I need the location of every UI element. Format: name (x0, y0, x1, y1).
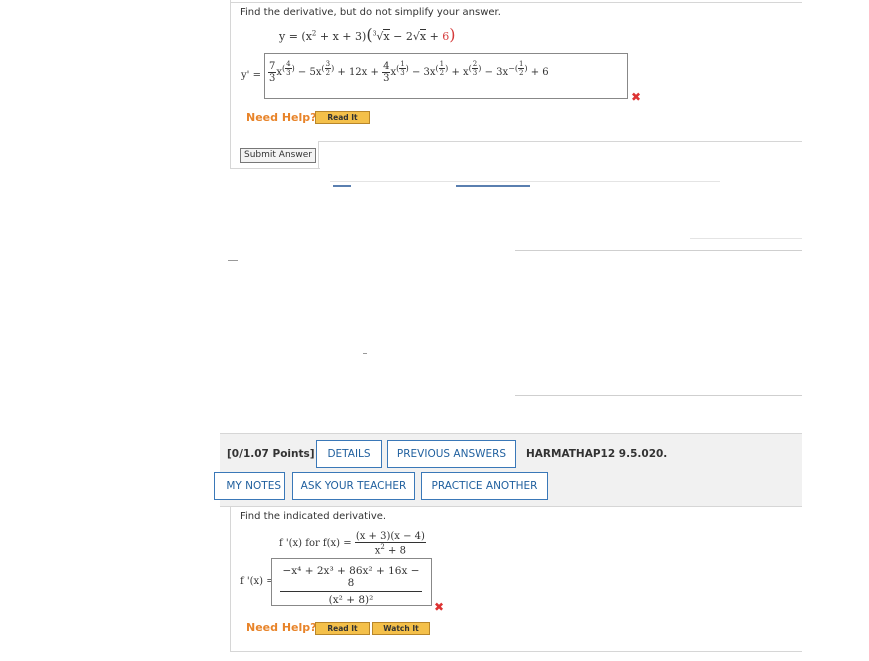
q2-prompt: f '(x) for f(x) = (x + 3)(x − 4) x2 + 8 (279, 531, 426, 557)
q1-incorrect-icon: ✖ (631, 90, 642, 104)
submit-row-line (318, 141, 802, 142)
tab-previous-answers[interactable]: PREVIOUS ANSWERS (387, 440, 516, 468)
q1-answer-expression: 7 3 x(4 3) − 5x(3 2) + 12x + 4 3 x(1 3) − 3x(1 2… (268, 60, 549, 84)
faint-artifact-1 (228, 260, 238, 261)
faint-divider-1 (330, 181, 720, 182)
faint-tab-mark-1 (333, 185, 351, 187)
tab-ask-your-teacher[interactable]: ASK YOUR TEACHER (292, 472, 415, 500)
faint-artifact-2 (363, 353, 367, 354)
q1-instruction: Find the derivative, but do not simplify… (240, 7, 501, 18)
q1-need-help: Need Help? (246, 111, 317, 124)
q1-answer-label: y' = (241, 70, 261, 81)
faint-divider-2 (690, 238, 802, 239)
q2-read-it-button[interactable]: Read It (315, 622, 370, 635)
q2-panel-left (230, 506, 231, 651)
panel-border-bottom (230, 168, 320, 169)
q1-submit-answer-button[interactable]: Submit Answer (240, 148, 316, 163)
panel-border-left (230, 0, 231, 168)
q2-need-help: Need Help? (246, 621, 317, 634)
tab-details[interactable]: DETAILS (316, 440, 382, 468)
faint-divider-3 (515, 250, 802, 251)
q1-answer-field[interactable]: 7 3 x(4 3) − 5x(3 2) + 12x + 4 3 x(1 3) − 3x(1 2… (264, 53, 628, 99)
q2-instruction: Find the indicated derivative. (240, 511, 387, 522)
q2-panel-bottom (230, 651, 802, 652)
q2-points: [0/1.07 Points] (227, 448, 315, 460)
tab-my-notes[interactable]: MY NOTES (214, 472, 285, 500)
q2-answer-expression: −x⁴ + 2x³ + 86x² + 16x − 8 (x² + 8)² (280, 565, 422, 606)
q2-header-bottom-line (220, 506, 802, 507)
q2-problem-code: HARMATHAP12 9.5.020. (526, 448, 668, 460)
q2-header-top-line (220, 433, 802, 434)
q2-answer-field[interactable]: −x⁴ + 2x³ + 86x² + 16x − 8 (x² + 8)² (271, 558, 432, 606)
q2-answer-label: f '(x) = (240, 576, 275, 587)
q1-read-it-button[interactable]: Read It (315, 111, 370, 124)
q2-incorrect-icon: ✖ (434, 600, 445, 614)
q1-equation: y = (x2 + x + 3)(3√x − 2√x + 6) (279, 25, 456, 44)
tab-practice-another[interactable]: PRACTICE ANOTHER (421, 472, 548, 500)
q2-watch-it-button[interactable]: Watch It (372, 622, 430, 635)
faint-tab-mark-2 (456, 185, 530, 187)
submit-row-divider (318, 141, 319, 169)
panel-border-top (230, 2, 802, 3)
faint-divider-4 (515, 395, 802, 396)
